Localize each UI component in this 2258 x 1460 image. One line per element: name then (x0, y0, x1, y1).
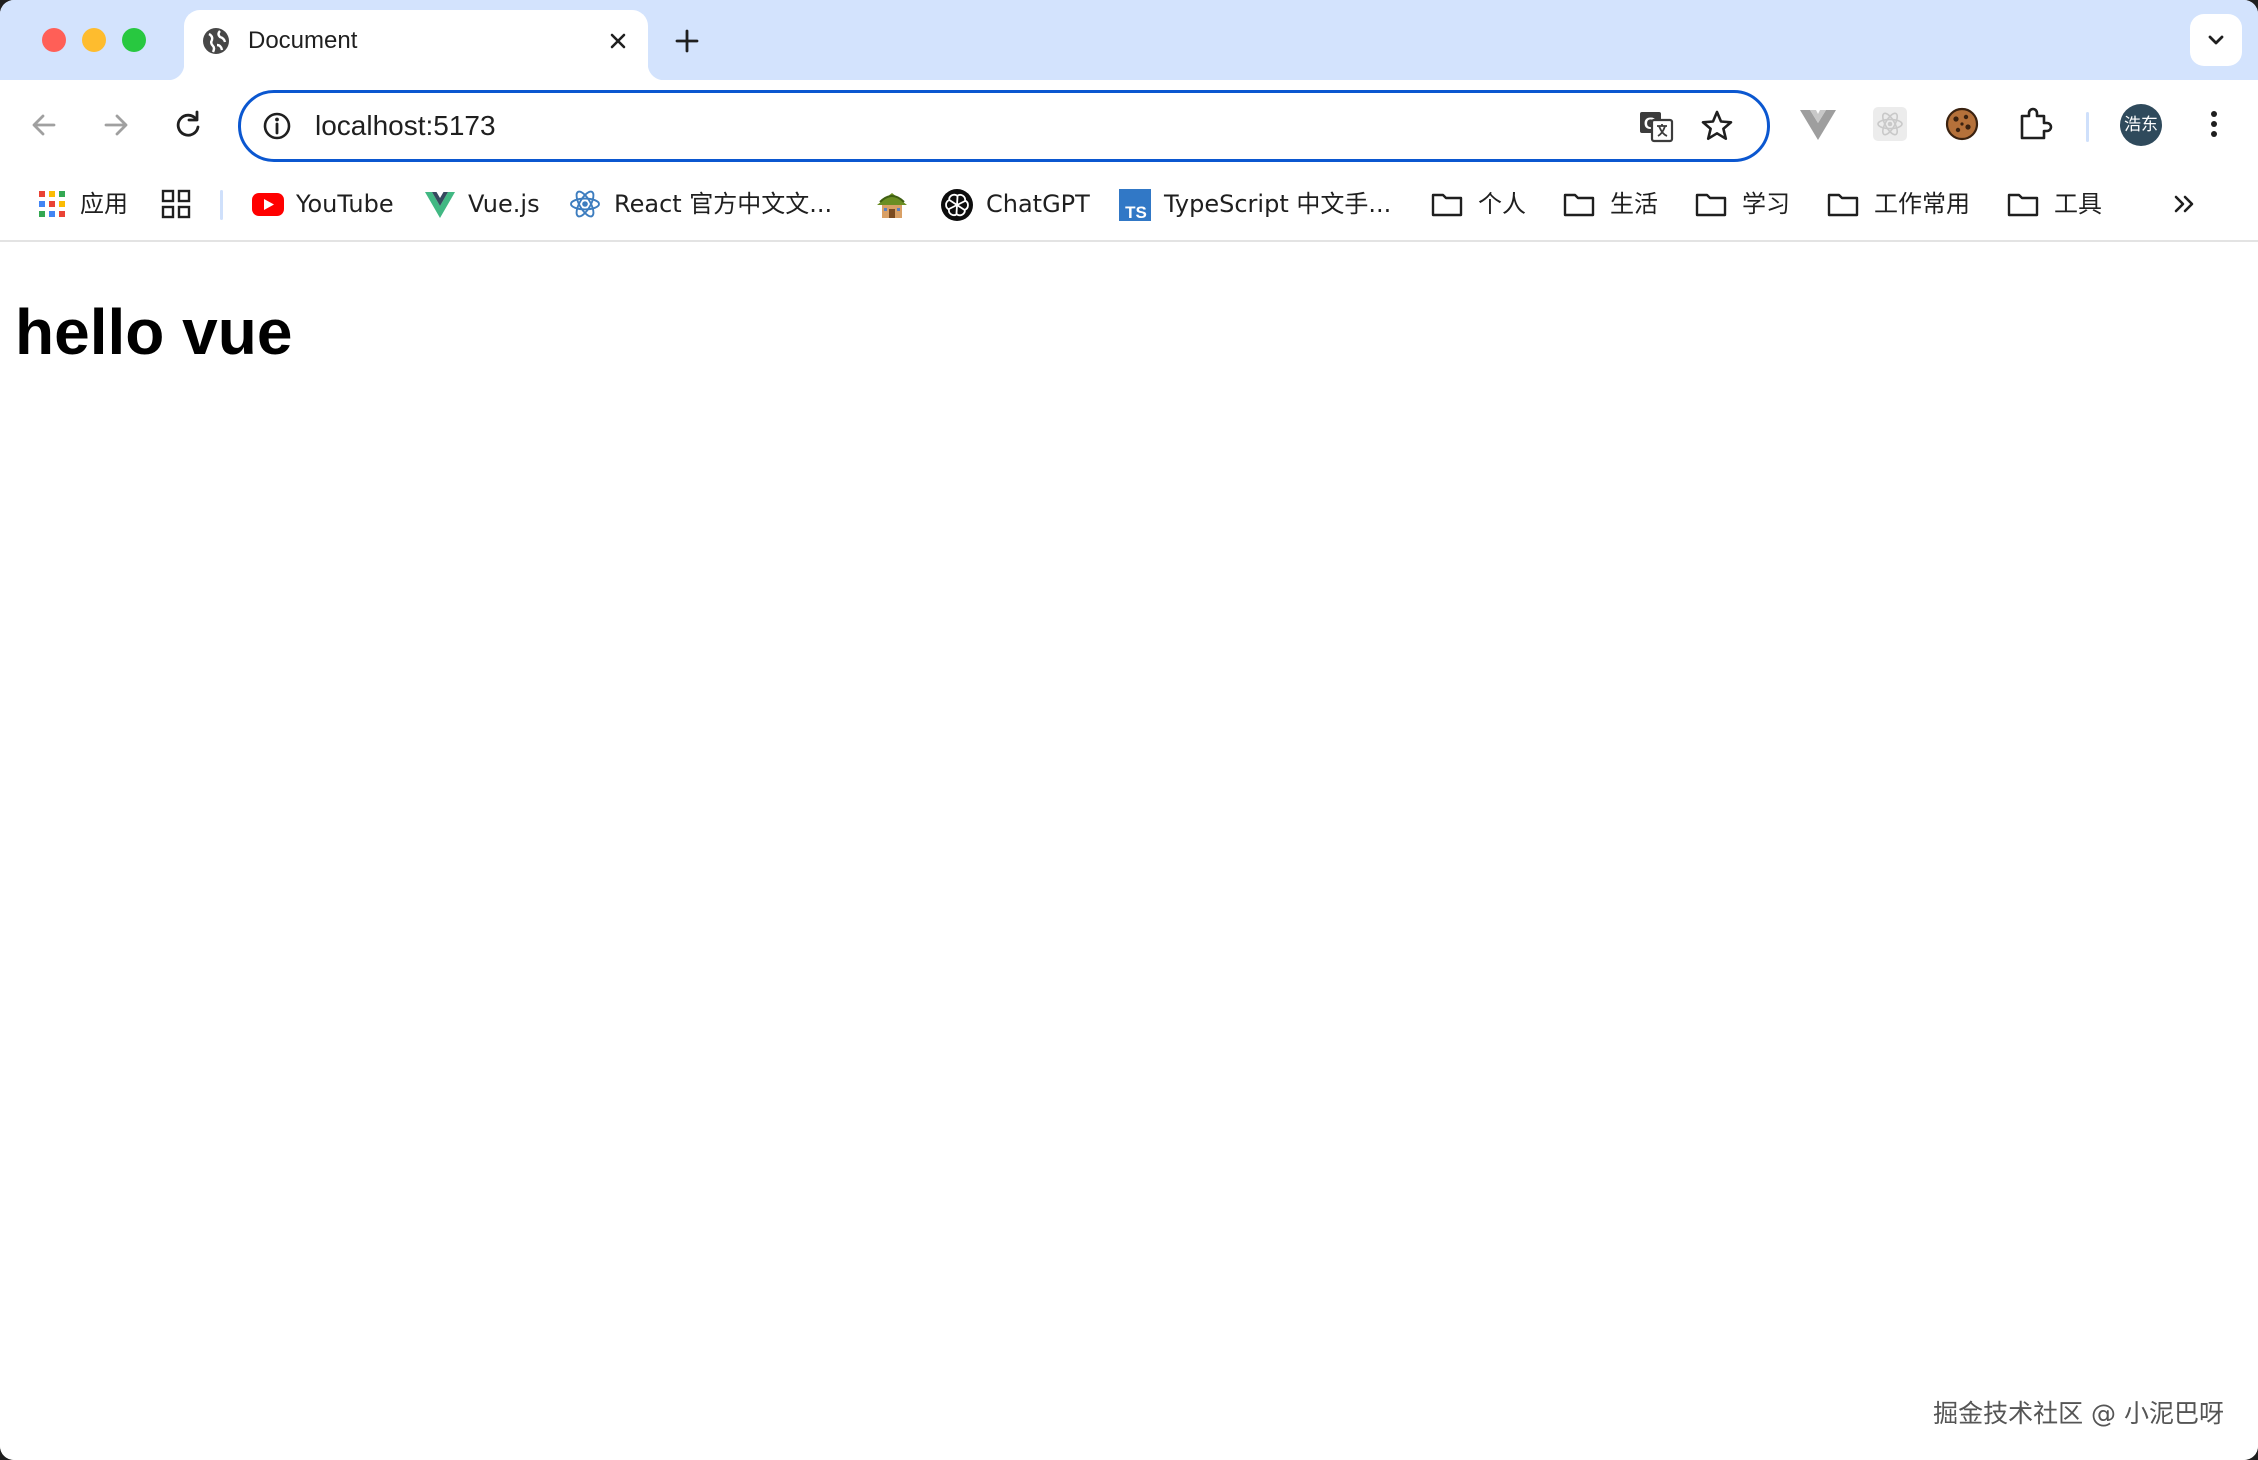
tab-document[interactable]: Document (168, 10, 664, 80)
bookmark-label: ChatGPT (986, 190, 1090, 218)
folder-icon (1827, 193, 1859, 217)
bookmark-label: 应用 (80, 190, 128, 218)
typescript-icon: TS (1119, 189, 1151, 222)
tab-strip: Document (0, 0, 2258, 80)
browser-toolbar: localhost:5173 G 浩东 (0, 80, 2258, 172)
bookmark-tab-groups[interactable] (160, 184, 196, 224)
svg-text:TS: TS (1125, 203, 1147, 222)
reload-button[interactable] (168, 105, 208, 145)
more-bookmarks-button[interactable] (2168, 184, 2204, 224)
cookie-extension-icon[interactable] (1940, 102, 1984, 146)
forward-button[interactable] (96, 105, 136, 145)
profile-avatar[interactable]: 浩东 (2120, 104, 2162, 146)
bookmark-label: 工具 (2054, 190, 2102, 218)
toolbar-separator (2086, 112, 2089, 142)
folder-icon (1695, 193, 1727, 217)
new-tab-button[interactable] (670, 24, 704, 58)
bookmarks-separator (220, 190, 223, 220)
bookmark-label: 学习 (1742, 190, 1790, 218)
bookmark-folder-work[interactable]: 工作常用 (1826, 184, 1986, 224)
extensions-puzzle-icon[interactable] (2012, 102, 2056, 146)
bookmark-label: TypeScript 中文手... (1164, 190, 1392, 218)
bookmark-youtube[interactable]: YouTube (250, 184, 400, 224)
chatgpt-icon (941, 189, 973, 221)
bookmark-folder-tools[interactable]: 工具 (2006, 184, 2116, 224)
chevron-double-right-icon (2174, 195, 2194, 213)
globe-icon (203, 28, 229, 54)
bookmark-star-icon[interactable] (1699, 108, 1735, 144)
bookmark-label: 生活 (1610, 190, 1658, 218)
folder-icon (1563, 193, 1595, 217)
more-menu-icon[interactable] (2192, 102, 2236, 146)
address-bar[interactable]: localhost:5173 G (238, 90, 1770, 162)
bookmark-label: Vue.js (468, 190, 540, 218)
chevron-down-icon (2208, 35, 2224, 45)
react-devtools-extension-icon[interactable] (1868, 102, 1912, 146)
tab-groups-icon (161, 189, 191, 219)
folder-icon (1431, 193, 1463, 217)
site-info-icon[interactable] (261, 110, 293, 142)
tab-search-button[interactable] (2190, 14, 2242, 66)
bookmark-label: 工作常用 (1874, 190, 1970, 218)
bookmark-typescript[interactable]: TS TypeScript 中文手... (1118, 184, 1392, 224)
react-icon (1873, 107, 1907, 141)
vue-devtools-extension-icon[interactable] (1796, 102, 1840, 146)
watermark: 掘金技术社区 @ 小泥巴呀 (1933, 1399, 2224, 1428)
bookmark-apps[interactable]: 应用 (36, 184, 136, 224)
page-heading: hello vue (15, 296, 293, 368)
browser-window: Document localhost:5173 G 浩东 应用 YouTube … (0, 0, 2258, 1460)
bookmark-chatgpt[interactable]: ChatGPT (940, 184, 1090, 224)
maximize-window-button[interactable] (122, 28, 146, 52)
back-button[interactable] (24, 105, 64, 145)
youtube-icon (252, 193, 284, 216)
tab-title: Document (248, 27, 358, 54)
close-window-button[interactable] (42, 28, 66, 52)
bookmark-label: 个人 (1478, 190, 1526, 218)
close-tab-icon[interactable] (602, 25, 634, 57)
bookmark-react[interactable]: React 官方中文文... (568, 184, 838, 224)
bookmark-folder-personal[interactable]: 个人 (1430, 184, 1540, 224)
bookmark-folder-study[interactable]: 学习 (1694, 184, 1804, 224)
folder-icon (2007, 193, 2039, 217)
minimize-window-button[interactable] (82, 28, 106, 52)
url-text: localhost:5173 (315, 110, 496, 141)
react-icon (570, 190, 600, 218)
vue-icon (425, 192, 455, 218)
bookmark-label: YouTube (296, 190, 394, 218)
page-content: hello vue 掘金技术社区 @ 小泥巴呀 (0, 242, 2258, 1460)
bookmark-hut[interactable] (874, 184, 910, 224)
hut-icon (877, 193, 907, 218)
bookmark-vuejs[interactable]: Vue.js (424, 184, 544, 224)
apps-grid-icon (39, 191, 65, 217)
bookmark-label: React 官方中文文... (614, 190, 833, 218)
bookmarks-bar: 应用 YouTube Vue.js React 官方中文文... ChatGPT… (0, 172, 2258, 242)
translate-icon[interactable]: G (1637, 107, 1675, 145)
bookmark-folder-life[interactable]: 生活 (1562, 184, 1672, 224)
